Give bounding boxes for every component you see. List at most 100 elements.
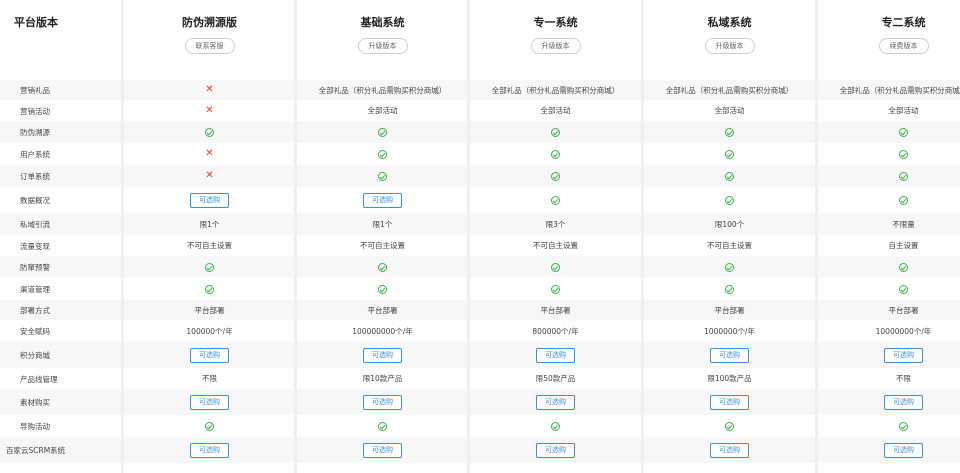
feature-cell: ✕ bbox=[124, 100, 295, 121]
feature-cell: 全部礼品（积分礼品需购买积分商城） bbox=[470, 80, 641, 100]
feature-value: 限10款产品 bbox=[362, 374, 403, 383]
feature-cell bbox=[470, 187, 641, 213]
plan-action-button[interactable]: 联系客服 bbox=[184, 38, 235, 54]
feature-cell: 平台部署 bbox=[818, 300, 960, 320]
feature-cell bbox=[644, 143, 815, 165]
feature-cell: 全部活动 bbox=[470, 100, 641, 121]
optional-purchase-button[interactable]: 可选购 bbox=[710, 442, 749, 458]
feature-label: 私域引流 bbox=[20, 220, 50, 229]
feature-cell: 不限量 bbox=[818, 213, 960, 235]
check-circle-icon bbox=[899, 284, 908, 294]
feature-cell bbox=[644, 165, 815, 187]
feature-cell: 限100款产品 bbox=[644, 368, 815, 389]
feature-label: 营销活动 bbox=[20, 106, 50, 116]
check-circle-icon bbox=[725, 284, 734, 294]
feature-label: 营销礼品 bbox=[20, 86, 50, 95]
feature-cell: 全部礼品（积分礼品需购买积分商城） bbox=[818, 80, 960, 100]
feature-cell: 不可自主设置 bbox=[470, 235, 641, 256]
optional-purchase-button[interactable]: 可选购 bbox=[363, 347, 402, 363]
optional-purchase-button[interactable]: 可选购 bbox=[884, 347, 923, 363]
optional-purchase-button[interactable]: 可选购 bbox=[363, 192, 402, 208]
feature-cell bbox=[470, 121, 641, 143]
optional-purchase-button[interactable]: 可选购 bbox=[710, 347, 749, 363]
optional-purchase-button[interactable]: 可选购 bbox=[536, 394, 575, 410]
check-circle-icon bbox=[725, 149, 734, 159]
feature-cell: 可选购 bbox=[818, 342, 960, 368]
check-circle-icon bbox=[899, 421, 908, 431]
optional-purchase-button[interactable]: 可选购 bbox=[884, 394, 923, 410]
feature-cell: 全部活动 bbox=[297, 100, 468, 121]
feature-cell bbox=[470, 165, 641, 187]
feature-value: 限100款产品 bbox=[707, 374, 752, 383]
feature-cell: 可选购 bbox=[470, 437, 641, 463]
feature-cell: ✕ bbox=[124, 143, 295, 165]
feature-value: 1000000个/年 bbox=[704, 326, 755, 336]
feature-cell bbox=[818, 143, 960, 165]
feature-cell: 不可自主设置 bbox=[644, 235, 815, 256]
feature-value: 100000000个/年 bbox=[352, 326, 413, 336]
feature-cell: 可选购 bbox=[297, 187, 468, 213]
check-circle-icon bbox=[205, 262, 214, 272]
check-circle-icon bbox=[899, 171, 908, 181]
optional-purchase-button[interactable]: 可选购 bbox=[190, 192, 229, 208]
feature-label: 积分商城 bbox=[20, 351, 50, 360]
feature-cell: 平台部署 bbox=[297, 300, 468, 320]
feature-value: 限50款产品 bbox=[535, 374, 576, 383]
check-circle-icon bbox=[725, 195, 734, 205]
feature-cell bbox=[470, 256, 641, 278]
feature-value: 不限 bbox=[202, 374, 217, 383]
check-circle-icon bbox=[551, 171, 560, 181]
check-circle-icon bbox=[551, 262, 560, 272]
plan-action-button[interactable]: 续费版本 bbox=[878, 38, 929, 54]
optional-purchase-button[interactable]: 可选购 bbox=[363, 442, 402, 458]
feature-cell: 不可自主设置 bbox=[297, 235, 468, 256]
plan-name: 专二系统 bbox=[881, 16, 926, 29]
feature-label: 用户系统 bbox=[20, 150, 50, 159]
feature-cell bbox=[818, 165, 960, 187]
feature-label: 渠道管理 bbox=[20, 285, 50, 294]
cross-icon: ✕ bbox=[205, 170, 214, 181]
feature-value: 限3个 bbox=[545, 219, 566, 229]
check-circle-icon bbox=[899, 149, 908, 159]
check-circle-icon bbox=[205, 284, 214, 294]
feature-value: 平台部署 bbox=[367, 305, 398, 315]
check-circle-icon bbox=[378, 171, 387, 181]
optional-purchase-button[interactable]: 可选购 bbox=[363, 394, 402, 410]
plan-name: 基础系统 bbox=[360, 16, 405, 29]
feature-label: 素材购买 bbox=[20, 398, 50, 407]
plan-action-button[interactable]: 升级版本 bbox=[530, 38, 581, 54]
feature-cell: 可选购 bbox=[644, 389, 815, 415]
feature-cell bbox=[644, 256, 815, 278]
optional-purchase-button[interactable]: 可选购 bbox=[190, 394, 229, 410]
check-circle-icon bbox=[725, 171, 734, 181]
feature-value: 平台部署 bbox=[194, 305, 225, 315]
feature-value: 不可自主设置 bbox=[707, 241, 752, 250]
feature-cell bbox=[124, 415, 295, 437]
feature-value: 限1个 bbox=[199, 219, 220, 229]
optional-purchase-button[interactable]: 可选购 bbox=[536, 347, 575, 363]
feature-value: 全部礼品（积分礼品需购买积分商城） bbox=[491, 85, 620, 95]
feature-cell: 限1个 bbox=[297, 213, 468, 235]
feature-cell bbox=[297, 121, 468, 143]
optional-purchase-button[interactable]: 可选购 bbox=[710, 394, 749, 410]
check-circle-icon bbox=[378, 284, 387, 294]
optional-purchase-button[interactable]: 可选购 bbox=[190, 347, 229, 363]
optional-purchase-button[interactable]: 可选购 bbox=[190, 442, 229, 458]
optional-purchase-button[interactable]: 可选购 bbox=[536, 442, 575, 458]
check-circle-icon bbox=[725, 421, 734, 431]
plan-action-button[interactable]: 升级版本 bbox=[357, 38, 408, 54]
plan-action-button[interactable]: 升级版本 bbox=[704, 38, 755, 54]
optional-purchase-button[interactable]: 可选购 bbox=[884, 442, 923, 458]
feature-cell: 平台部署 bbox=[644, 300, 815, 320]
check-circle-icon bbox=[378, 421, 387, 431]
check-circle-icon bbox=[378, 127, 387, 137]
feature-cell: 自主设置 bbox=[818, 235, 960, 256]
feature-cell: 1000000个/年 bbox=[644, 320, 815, 342]
check-circle-icon bbox=[551, 284, 560, 294]
feature-cell: 全部礼品（积分礼品需购买积分商城） bbox=[644, 80, 815, 100]
feature-cell bbox=[124, 121, 295, 143]
check-circle-icon bbox=[551, 421, 560, 431]
plan-header: 专一系统 升级版本 bbox=[470, 0, 641, 80]
feature-value: 不限 bbox=[896, 374, 911, 383]
feature-cell bbox=[297, 256, 468, 278]
